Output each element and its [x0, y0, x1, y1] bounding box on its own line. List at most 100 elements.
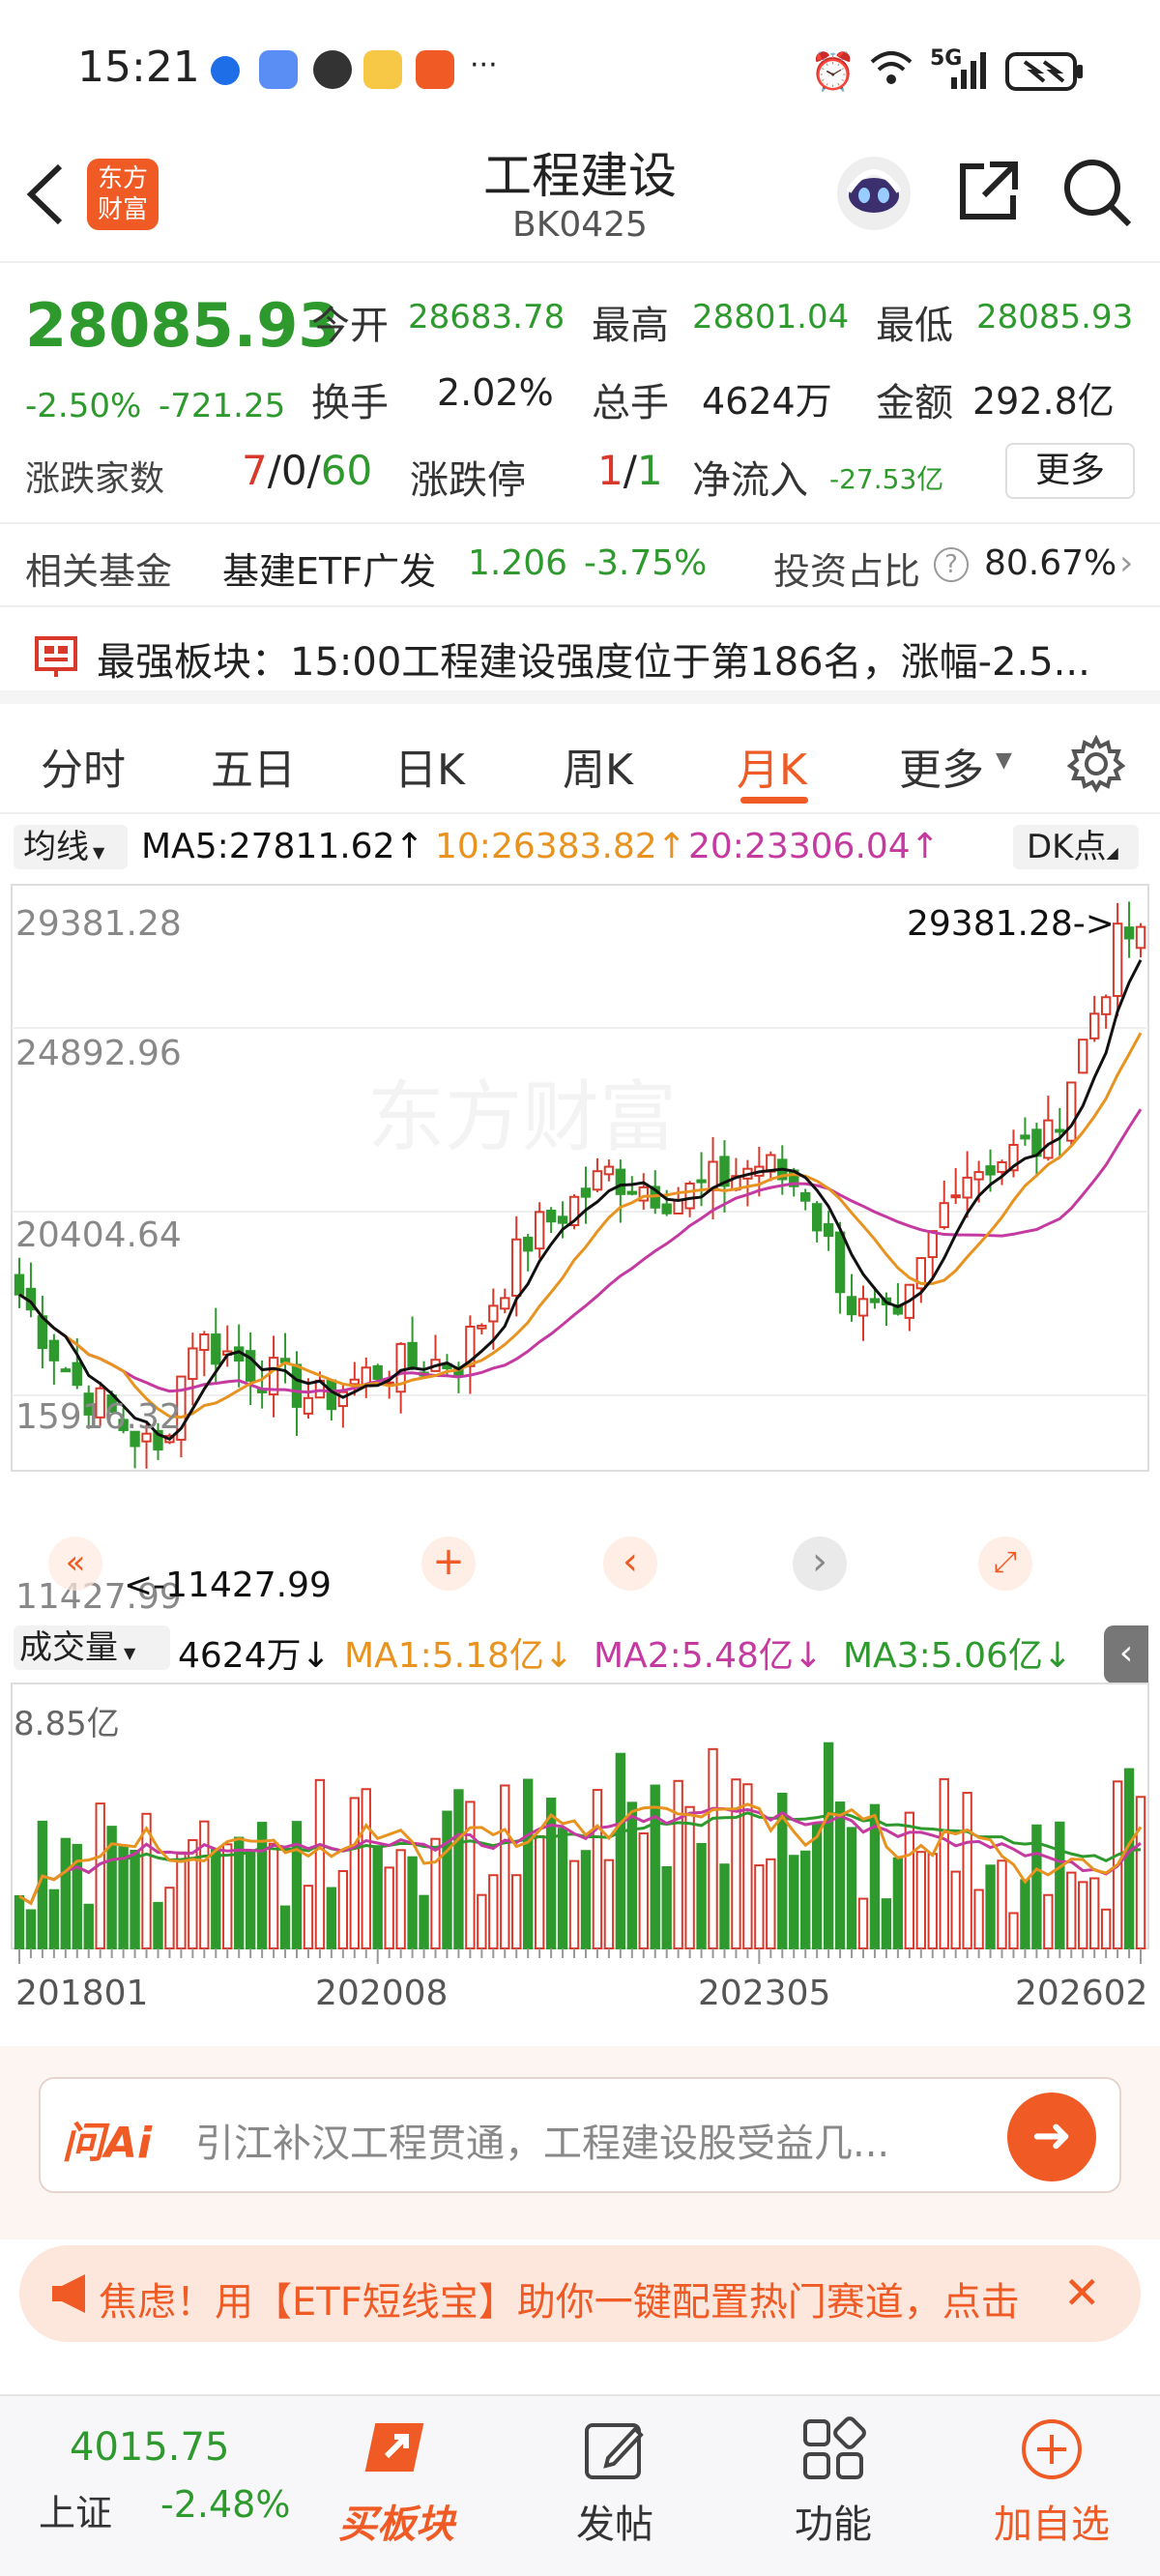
zoom-in-icon[interactable]: +	[421, 1537, 476, 1591]
volume-bar	[14, 1894, 25, 1949]
buy-sector-icon	[364, 2423, 424, 2472]
date-label-4: 202602	[1015, 1974, 1148, 2013]
candle	[1066, 1081, 1077, 1142]
volume-bar	[985, 1864, 996, 1949]
candle	[973, 1171, 984, 1181]
candle	[291, 1363, 303, 1408]
chevron-right-icon: ›	[1119, 543, 1134, 583]
caret-down-icon-2: ▼	[124, 1644, 136, 1662]
scroll-left-fast-icon[interactable]: «	[48, 1537, 102, 1591]
candle	[48, 1339, 60, 1361]
breadth-down: 60	[320, 447, 373, 494]
strongest-sector-bar[interactable]: 最强板块：15:00工程建设强度位于第186名，涨幅-2.5...	[0, 607, 1160, 704]
help-icon[interactable]: ?	[934, 547, 969, 582]
arrow-right-icon[interactable]: ➜	[1007, 2093, 1096, 2181]
volume-bar	[834, 1801, 846, 1949]
amount-label: 金额	[876, 381, 953, 425]
plus-circle-icon	[1022, 2419, 1082, 2479]
candle	[592, 1170, 603, 1191]
high-label: 最高	[592, 304, 669, 348]
chat-notification-icon	[259, 50, 298, 89]
dk-button-label: DK点	[1027, 828, 1107, 866]
price-chart[interactable]: 东方财富	[0, 883, 1160, 1475]
close-icon[interactable]: ✕	[1063, 2267, 1101, 2319]
candle	[500, 1297, 510, 1310]
volume-bar	[48, 1888, 60, 1949]
caret-down-icon: ▼	[93, 843, 105, 862]
edit-icon	[585, 2423, 644, 2479]
volume-bar	[326, 1887, 337, 1950]
wifi-icon	[868, 46, 914, 93]
open-label: 今开	[311, 304, 389, 348]
volume-bar	[800, 1850, 811, 1949]
share-icon[interactable]	[955, 157, 1023, 228]
candle	[823, 1223, 834, 1238]
megaphone-icon	[50, 2272, 99, 2319]
ai-brand: 问Ai	[62, 2119, 153, 2168]
banner-text: 焦虑！用【ETF短线宝】助你一键配置热门赛道，点击	[99, 2280, 1020, 2325]
volume-bar	[407, 1856, 418, 1950]
kline-chart-area[interactable]: 均线 ▼ MA5:27811.62↑ 10:26383.82↑ 20:23306.…	[0, 817, 1160, 2045]
candle	[962, 1176, 972, 1199]
candle	[1078, 1039, 1088, 1074]
tab-daily[interactable]: 日K	[394, 735, 465, 797]
volume-bar	[661, 1865, 672, 1949]
promo-banner[interactable]: 焦虑！用【ETF短线宝】助你一键配置热门赛道，点击 ✕	[19, 2245, 1141, 2342]
volume-bar	[580, 1850, 592, 1949]
functions-label: 功能	[795, 2503, 872, 2547]
volume-bar	[314, 1778, 326, 1950]
candle	[303, 1396, 314, 1415]
more-button[interactable]: 更多	[1005, 443, 1135, 499]
breadth-sep2: /	[306, 447, 321, 494]
ma20-readout: 20:23306.04↑	[688, 827, 940, 866]
volume-bar	[557, 1828, 568, 1949]
candle	[199, 1333, 210, 1352]
collapse-icon[interactable]: ‹	[1104, 1625, 1148, 1683]
candle	[211, 1333, 221, 1365]
quote-panel: 28085.93 -2.50% -721.25 今开 28683.78 最高 2…	[0, 263, 1160, 524]
dk-button[interactable]: DK点◢	[1013, 825, 1139, 869]
status-bar: 15:21 ··· ⏰ 5G	[0, 0, 1160, 135]
post-label: 发帖	[576, 2503, 653, 2547]
gear-icon[interactable]	[1066, 734, 1126, 797]
tab-weekly[interactable]: 周K	[563, 735, 633, 797]
buy-sector-button[interactable]: 买板块	[329, 2415, 464, 2549]
tab-intraday[interactable]: 分时	[41, 735, 126, 797]
volume-selector[interactable]: 成交量 ▼	[14, 1625, 170, 1670]
index-value[interactable]: 4015.75	[70, 2425, 229, 2470]
ai-ask-box[interactable]: 问Ai 引江补汉工程贯通，工程建设股受益几... ➜	[39, 2077, 1121, 2193]
buy-sector-label: 买板块	[338, 2503, 454, 2547]
ai-robot-icon[interactable]	[833, 153, 914, 238]
volume-bar	[430, 1837, 441, 1949]
tab-five-day[interactable]: 五日	[211, 735, 296, 797]
scroll-left-icon[interactable]: ‹	[603, 1537, 657, 1591]
volume-bar	[626, 1801, 638, 1949]
volume-bar	[915, 1851, 926, 1950]
volume-bars	[14, 1742, 1146, 1950]
fullscreen-icon[interactable]: ⤢	[978, 1537, 1032, 1591]
candle	[1100, 996, 1112, 1015]
volume-bar	[650, 1784, 660, 1949]
low-label: 最低	[876, 304, 953, 348]
ai-question-text: 引江补汉工程贯通，工程建设股受益几...	[195, 2122, 890, 2166]
signal-icon	[947, 48, 994, 95]
candle	[1055, 1128, 1065, 1133]
scroll-right-icon[interactable]: ›	[793, 1537, 847, 1591]
y-label-max: 29381.28	[15, 904, 182, 944]
add-watchlist-button[interactable]: 加自选	[984, 2415, 1119, 2549]
volume-bar	[268, 1842, 279, 1949]
search-icon[interactable]	[1061, 157, 1133, 232]
volume-bar	[222, 1843, 233, 1949]
volume-value: 4624万	[702, 380, 832, 423]
functions-button[interactable]: 功能	[766, 2415, 901, 2549]
tab-more[interactable]: 更多	[899, 735, 984, 797]
tab-monthly[interactable]: 月K	[737, 735, 807, 797]
candle	[477, 1325, 487, 1330]
app-notification-icon	[211, 56, 240, 85]
ma-selector[interactable]: 均线 ▼	[14, 825, 128, 869]
volume-chart[interactable]	[0, 1682, 1160, 1989]
volume-bar	[291, 1821, 303, 1949]
related-fund-row[interactable]: 相关基金 基建ETF广发 1.206 -3.75% 投资占比 ? 80.67% …	[0, 524, 1160, 607]
post-button[interactable]: 发帖	[547, 2415, 682, 2549]
candlesticks	[14, 901, 1146, 1469]
